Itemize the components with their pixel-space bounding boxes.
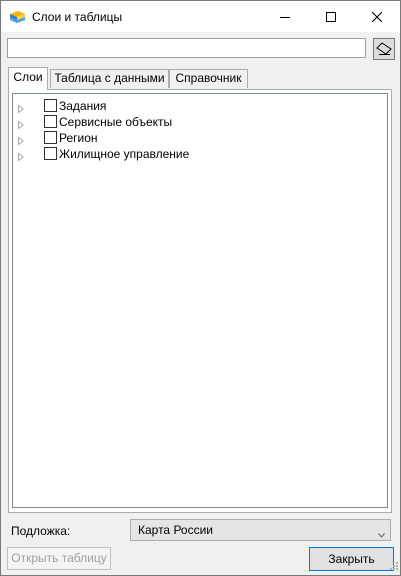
layer-checkbox[interactable] [44,115,57,128]
layer-label: Жилищное управление [59,147,190,161]
layer-item-region[interactable]: Регион [13,130,313,146]
window-title: Слои и таблицы [32,10,123,24]
layers-panel: Задания Сервисные объекты Регион Жилищно… [8,89,392,513]
layer-label: Задания [59,99,107,113]
close-window-button[interactable] [354,1,400,32]
layer-item-tasks[interactable]: Задания [13,98,313,114]
chevron-down-icon [378,527,385,541]
tab-reference[interactable]: Справочник [169,69,248,88]
layers-app-icon [9,8,26,25]
title-bar[interactable]: Слои и таблицы [1,1,400,32]
maximize-button[interactable] [308,1,354,32]
layer-checkbox[interactable] [44,99,57,112]
close-button[interactable]: Закрыть [309,547,394,571]
expand-arrow-icon[interactable] [18,150,24,164]
basemap-selected-value: Карта России [138,523,213,537]
open-table-button[interactable]: Открыть таблицу [7,547,111,570]
layer-item-service-objects[interactable]: Сервисные объекты [13,114,313,130]
maximize-icon [326,11,336,22]
layers-tree[interactable]: Задания Сервисные объекты Регион Жилищно… [12,93,388,508]
tab-data-table[interactable]: Таблица с данными [50,69,169,88]
layer-label: Регион [59,131,98,145]
search-input[interactable] [7,38,366,58]
layer-label: Сервисные объекты [59,115,173,129]
clear-search-button[interactable] [373,38,395,60]
layer-checkbox[interactable] [44,131,57,144]
close-icon [372,11,382,22]
basemap-dropdown[interactable]: Карта России [130,519,391,541]
resize-grip-icon[interactable] [390,559,398,573]
layers-and-tables-window: Слои и таблицы Слои Таблица с данными Сп… [0,0,401,576]
tab-layers[interactable]: Слои [8,67,48,90]
layer-item-housing-management[interactable]: Жилищное управление [13,146,313,162]
basemap-label: Подложка: [11,524,71,538]
minimize-button[interactable] [262,1,308,32]
eraser-icon [376,42,392,55]
minimize-icon [280,16,290,18]
layer-checkbox[interactable] [44,147,57,160]
